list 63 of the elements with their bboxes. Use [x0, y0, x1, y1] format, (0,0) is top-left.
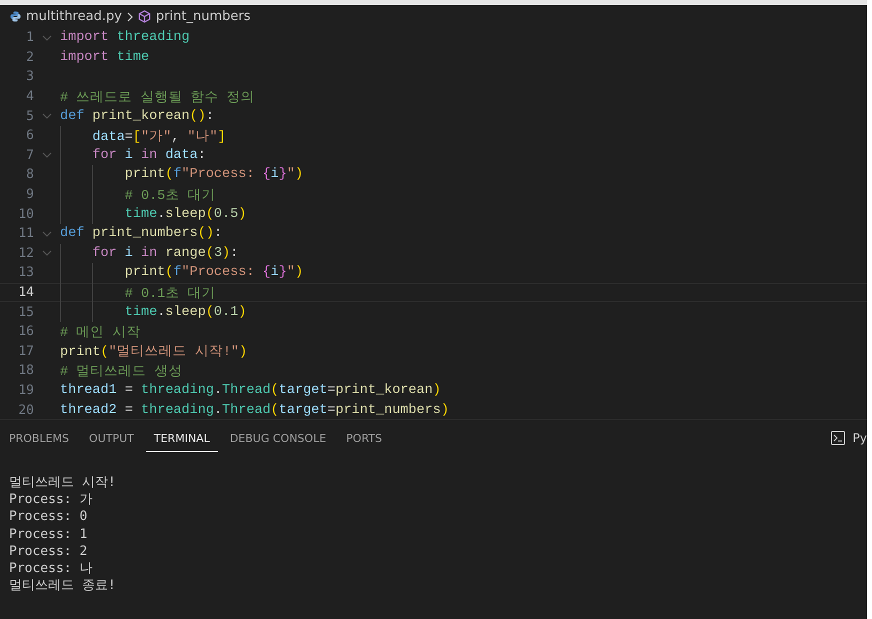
code-line: # 0.5초 대기: [124, 188, 216, 204]
terminal-line: Process: 2: [9, 542, 88, 560]
code-line: print(f"Process: {i}"): [124, 167, 304, 182]
code-line: import threading: [60, 30, 190, 46]
chevron-right-icon: [126, 12, 133, 22]
fold-chevron-icon[interactable]: [42, 230, 52, 237]
code-line: # 쓰레드로 실행될 함수 정의: [60, 90, 255, 106]
line-number: 19: [17, 382, 34, 398]
line-number: 20: [17, 402, 34, 418]
terminal-line: Process: 나: [9, 560, 94, 578]
fold-chevron-icon[interactable]: [42, 113, 52, 120]
line-number: 6: [25, 128, 34, 144]
line-number: 11: [17, 226, 34, 242]
code-line: # 0.1초 대기: [124, 286, 216, 302]
terminal-name[interactable]: Py: [852, 431, 867, 445]
breadcrumb-symbol[interactable]: print_numbers: [156, 9, 250, 24]
cube-icon: [138, 10, 151, 23]
code-line: import time: [60, 50, 150, 65]
fold-chevron-icon[interactable]: [42, 250, 52, 256]
line-number: 15: [17, 304, 34, 320]
terminal-line: 멀티쓰레드 시작!: [9, 474, 117, 492]
breadcrumb-file[interactable]: multithread.py: [26, 9, 122, 24]
code-line: time.sleep(0.1): [124, 304, 246, 320]
line-number: 3: [25, 69, 34, 84]
line-number: 16: [17, 324, 34, 340]
code-line: print("멀티쓰레드 시작!"): [60, 344, 248, 360]
python-file-icon: [10, 11, 21, 22]
panel-tab[interactable]: TERMINAL: [146, 424, 218, 452]
panel-tab[interactable]: OUTPUT: [81, 424, 142, 452]
fold-chevron-icon[interactable]: [42, 152, 52, 158]
terminal-line: 멀티쓰레드 종료!: [9, 577, 117, 594]
panel-tab[interactable]: PROBLEMS: [1, 424, 78, 452]
fold-chevron-icon[interactable]: [42, 34, 52, 41]
terminal-icon[interactable]: [830, 431, 845, 445]
code-line: data=["가", "나"]: [92, 128, 226, 145]
panel-tab[interactable]: PORTS: [338, 424, 390, 452]
terminal-line: Process: 0: [9, 508, 88, 526]
code-line: def print_numbers():: [60, 226, 222, 242]
line-number: 17: [17, 344, 34, 359]
panel-tab[interactable]: DEBUG CONSOLE: [222, 424, 334, 452]
line-number: 13: [17, 265, 34, 280]
code-line: for i in range(3):: [92, 246, 238, 261]
line-number: 8: [25, 167, 34, 182]
line-number: 9: [25, 187, 34, 202]
terminal-line: Process: 가: [9, 491, 94, 508]
line-number: 7: [25, 148, 34, 163]
line-number: 4: [25, 89, 34, 104]
line-number: 1: [25, 30, 34, 46]
code-line: thread2 = threading.Thread(target=print_numbers): [60, 402, 449, 418]
terminal-line: Process: 1: [9, 526, 88, 543]
line-number: 12: [17, 246, 34, 261]
code-line: for i in data:: [92, 148, 206, 163]
line-number: 2: [25, 50, 34, 65]
line-number: 18: [17, 363, 34, 378]
code-line: def print_korean():: [60, 108, 214, 124]
line-number: 14: [17, 285, 34, 300]
line-number: 5: [25, 108, 34, 124]
code-line: # 메인 시작: [60, 324, 140, 341]
code-line: thread1 = threading.Thread(target=print_korean): [60, 382, 441, 398]
code-line: print(f"Process: {i}"): [124, 265, 304, 280]
line-number: 10: [17, 206, 34, 222]
code-line: time.sleep(0.5): [124, 206, 246, 222]
code-line: # 멀티쓰레드 생성: [60, 364, 182, 380]
